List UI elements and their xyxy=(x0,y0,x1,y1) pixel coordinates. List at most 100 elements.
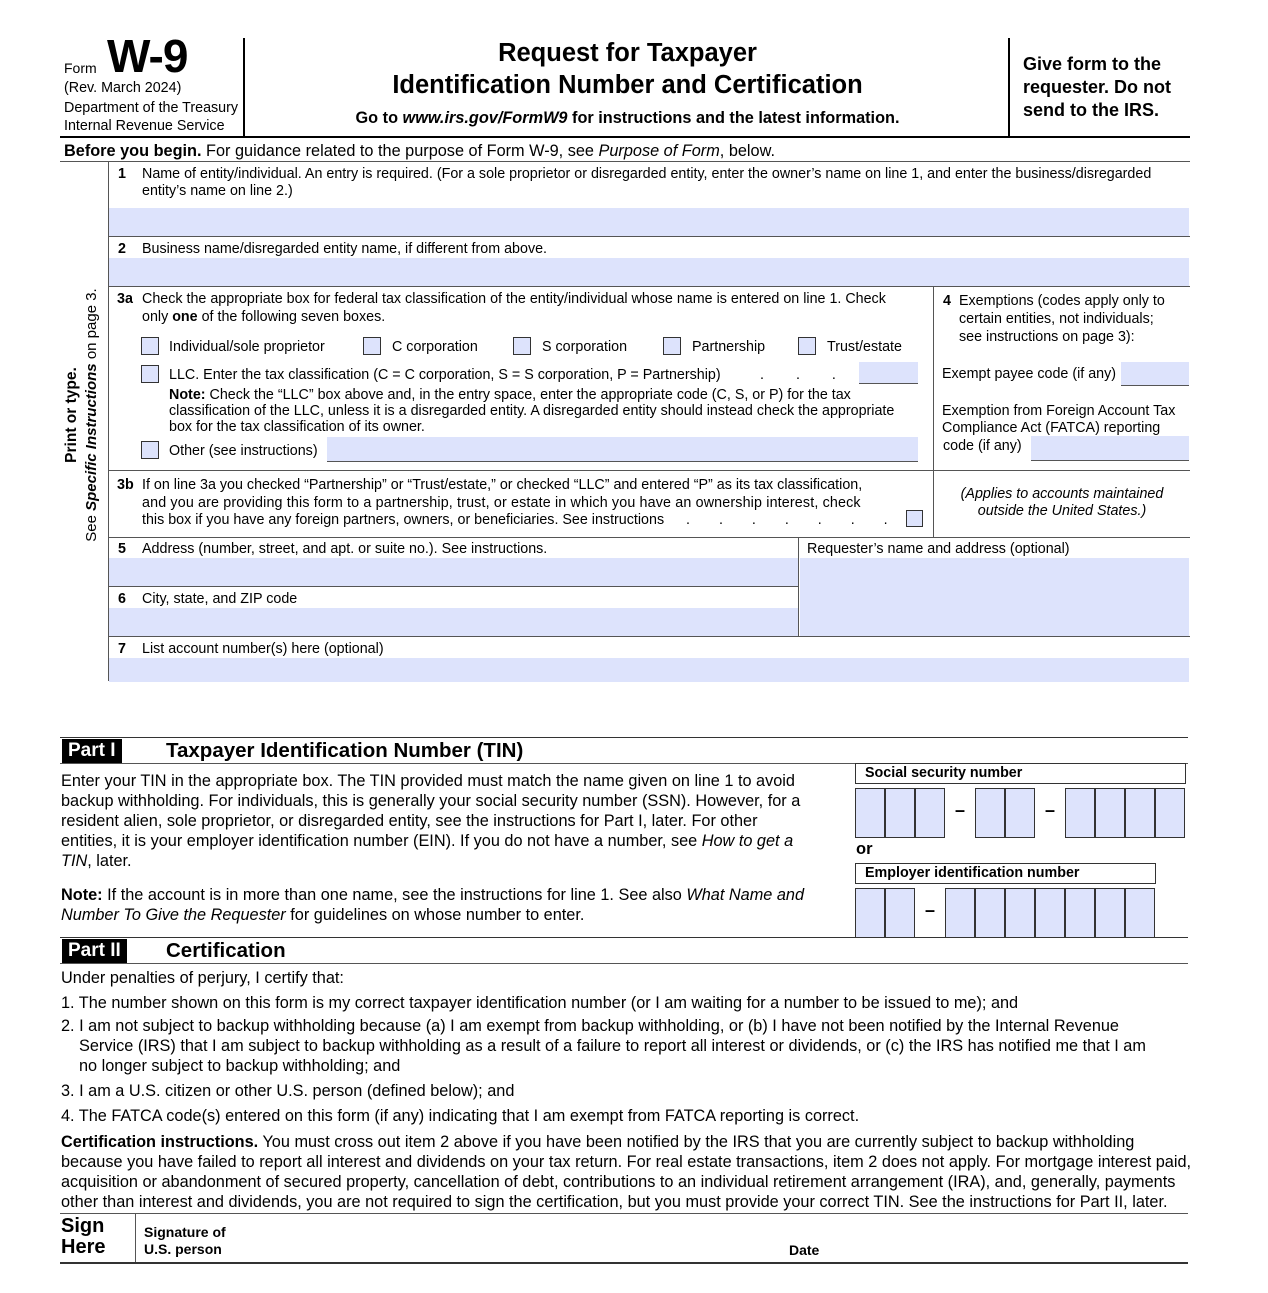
other-classification-input[interactable] xyxy=(327,437,918,462)
line5-address-input[interactable] xyxy=(109,558,798,586)
line1-label-cont: entity’s name on line 2.) xyxy=(142,183,293,199)
exempt-payee-code-input[interactable] xyxy=(1121,362,1189,386)
cert-instructions-text: You must cross out item 2 above if you h… xyxy=(258,1133,1135,1151)
ein-digit[interactable] xyxy=(975,888,1005,938)
sidebar-line2: See Specific Instructions on page 3. xyxy=(82,270,102,560)
line2-number: 2 xyxy=(118,241,126,257)
rule xyxy=(108,537,1190,538)
part1-title: Taxpayer Identification Number (TIN) xyxy=(166,739,524,762)
other-label: Other (see instructions) xyxy=(169,443,318,459)
line1-label: Name of entity/individual. An entry is r… xyxy=(142,166,1152,182)
ssn-digit[interactable] xyxy=(885,788,915,838)
cert-instructions-bold: Certification instructions. xyxy=(61,1133,259,1151)
llc-label: LLC. Enter the tax classification (C = C… xyxy=(169,367,721,383)
form-word: Form xyxy=(64,60,97,76)
part1-para-line5: TIN, later. xyxy=(61,851,132,871)
part1-note-end: for guidelines on whose number to enter. xyxy=(285,906,585,924)
line3a-number: 3a xyxy=(117,291,133,307)
ein-digit[interactable] xyxy=(1065,888,1095,938)
date-field[interactable] xyxy=(830,1216,1185,1261)
part1-badge: Part I xyxy=(62,739,122,763)
cert-instructions-line1: Certification instructions. You must cro… xyxy=(61,1132,1134,1152)
give-form-notice: Give form to the requester. Do not send … xyxy=(1023,54,1172,120)
line1-name-input[interactable] xyxy=(109,208,1189,236)
ssn-digit[interactable] xyxy=(855,788,885,838)
form-left-border xyxy=(108,161,109,681)
certify-item2-line1: 2. I am not subject to backup withholdin… xyxy=(61,1017,1119,1035)
part1-note-line2: Number To Give the Requester for guideli… xyxy=(61,905,584,925)
line3a-only: only xyxy=(142,309,173,325)
line4-text-line3: see instructions on page 3): xyxy=(959,329,1135,345)
option-trust-estate-label: Trust/estate xyxy=(827,339,902,355)
rule xyxy=(108,236,1190,237)
irs-url-link[interactable]: www.irs.gov/FormW9 xyxy=(403,109,568,127)
rule xyxy=(108,636,1190,637)
purpose-of-form-ref: Purpose of Form xyxy=(598,142,720,160)
checkbox-trust-estate[interactable] xyxy=(798,337,816,355)
requester-name-address-input[interactable] xyxy=(800,558,1189,636)
before-begin-suffix: , below. xyxy=(719,142,775,160)
fatca-code-input[interactable] xyxy=(1031,436,1189,461)
checkbox-partnership[interactable] xyxy=(663,337,681,355)
ssn-digit[interactable] xyxy=(1095,788,1125,838)
line3b-text-line3: this box if you have any foreign partner… xyxy=(142,512,665,528)
line3b-text-line2: and you are providing this form to a par… xyxy=(142,495,861,511)
ssn-digit[interactable] xyxy=(1065,788,1095,838)
page-title-line1: Request for Taxpayer xyxy=(498,39,757,67)
checkbox-s-corporation[interactable] xyxy=(513,337,531,355)
ein-digit[interactable] xyxy=(1035,888,1065,938)
ssn-digit[interactable] xyxy=(915,788,945,838)
line3a-label-cont: only one of the following seven boxes. xyxy=(142,309,385,326)
ein-digit[interactable] xyxy=(855,888,885,938)
checkbox-foreign-partners[interactable] xyxy=(906,510,923,527)
fatca-applies-line1: (Applies to accounts maintained xyxy=(960,486,1164,502)
line4-text-line2: certain entities, not individuals; xyxy=(959,311,1154,327)
rule xyxy=(108,286,1190,287)
ein-digit[interactable] xyxy=(1095,888,1125,938)
rule xyxy=(60,1213,1188,1214)
ssn-digit[interactable] xyxy=(1005,788,1035,838)
ein-digit[interactable] xyxy=(1125,888,1155,938)
certify-intro: Under penalties of perjury, I certify th… xyxy=(61,969,344,987)
line6-label: City, state, and ZIP code xyxy=(142,591,298,607)
sidebar-line1: Print or type. xyxy=(63,367,80,463)
rule xyxy=(60,737,1188,738)
ssn-digit[interactable] xyxy=(1125,788,1155,838)
goto-suffix: for instructions and the latest informat… xyxy=(567,109,900,127)
sidebar-specific-instructions: Specific Instructions xyxy=(83,363,100,511)
checkbox-llc[interactable] xyxy=(141,365,159,383)
checkbox-other[interactable] xyxy=(141,441,159,459)
ein-digit[interactable] xyxy=(885,888,915,938)
instructions-link-line: Go to www.irs.gov/FormW9 for instruction… xyxy=(245,109,1010,128)
tin-italic: TIN xyxy=(61,852,88,870)
line2-label: Business name/disregarded entity name, i… xyxy=(142,241,548,257)
ssn-digit[interactable] xyxy=(1155,788,1185,838)
ein-digit[interactable] xyxy=(1005,888,1035,938)
sign-bottom-rule xyxy=(60,1262,1188,1264)
checkbox-c-corporation[interactable] xyxy=(363,337,381,355)
sign-word: Sign xyxy=(61,1215,105,1237)
line6-city-state-zip-input[interactable] xyxy=(109,608,798,636)
line2-business-name-input[interactable] xyxy=(109,258,1189,286)
ssn-digit[interactable] xyxy=(975,788,1005,838)
cert-instructions-line4: other than interest and dividends, you a… xyxy=(61,1193,1168,1211)
here-word: Here xyxy=(61,1236,106,1258)
line5-label: Address (number, street, and apt. or sui… xyxy=(142,541,548,557)
fatca-label-line3: code (if any) xyxy=(943,438,1022,454)
certify-item2-line3: no longer subject to backup withholding;… xyxy=(79,1057,401,1075)
requester-label: Requester’s name and address (optional) xyxy=(807,541,1070,557)
signature-label-line1: Signature of xyxy=(144,1224,226,1240)
line7-account-numbers-input[interactable] xyxy=(109,658,1189,682)
before-you-begin: Before you begin. For guidance related t… xyxy=(64,141,775,161)
before-begin-text: For guidance related to the purpose of F… xyxy=(201,142,599,160)
checkbox-individual-sole-proprietor[interactable] xyxy=(141,337,159,355)
ein-digit[interactable] xyxy=(945,888,975,938)
option-partnership-label: Partnership xyxy=(692,339,766,355)
number-to-give-ref: Number To Give the Requester xyxy=(61,906,286,924)
line4-number: 4 xyxy=(943,293,951,309)
llc-classification-input[interactable] xyxy=(859,362,918,384)
line7-number: 7 xyxy=(118,641,126,657)
part1-para-line4-text: entities, it is your employer identifica… xyxy=(61,832,702,850)
part1-note-bold: Note: xyxy=(61,886,103,904)
signature-field[interactable] xyxy=(240,1216,780,1261)
